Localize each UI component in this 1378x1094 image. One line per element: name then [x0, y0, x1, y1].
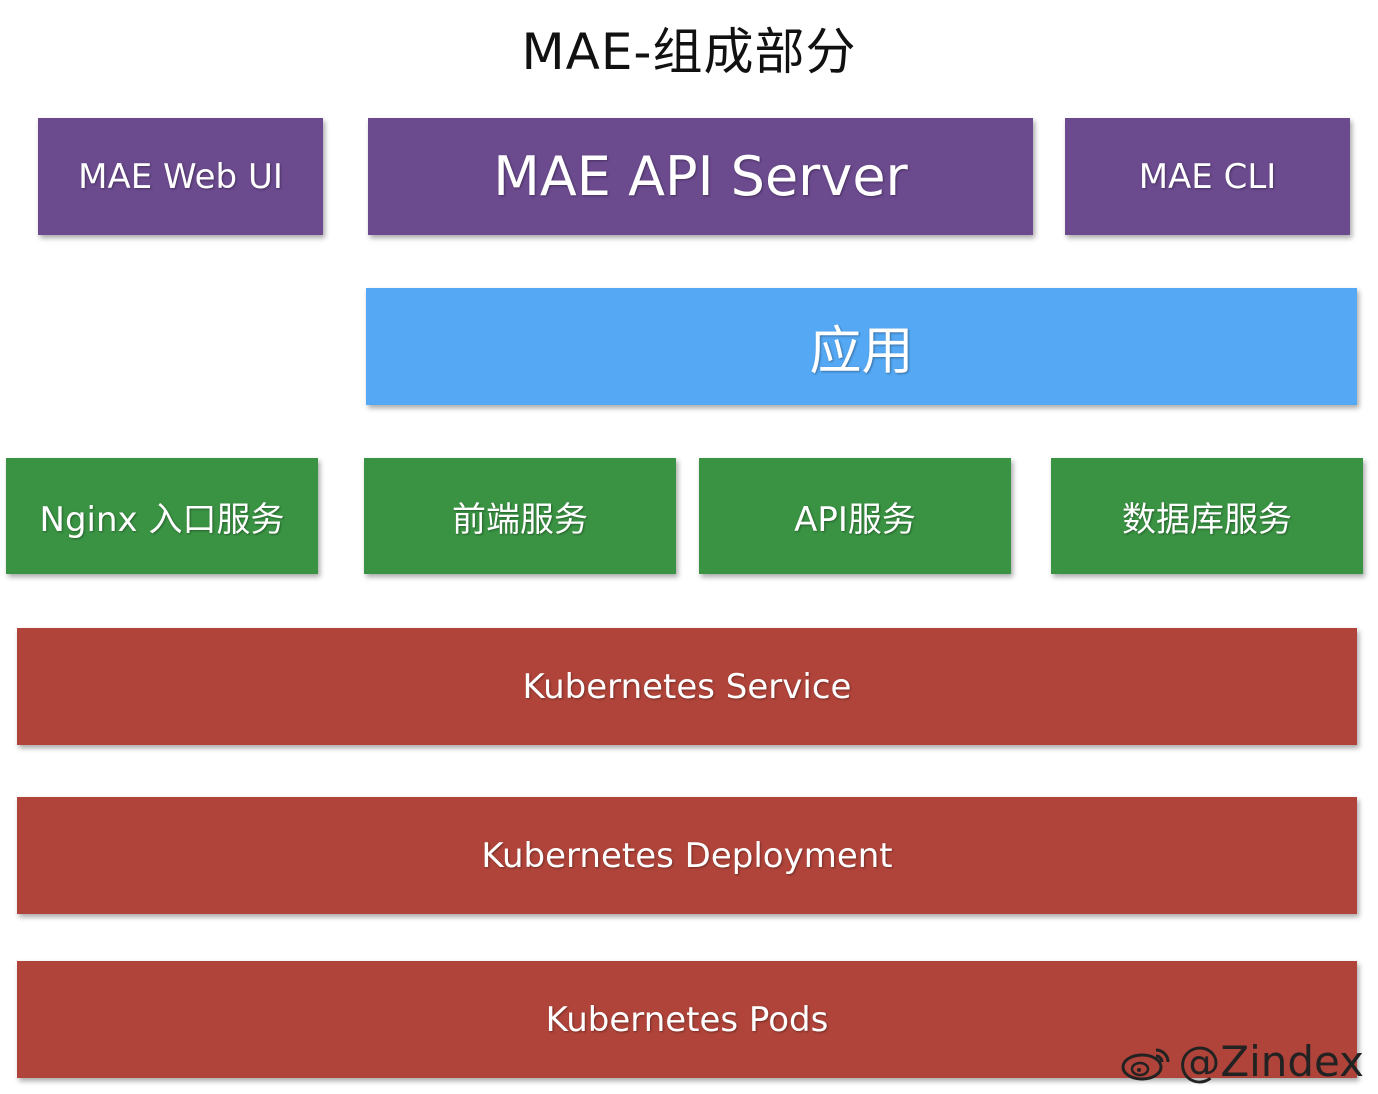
database-service-label: 数据库服务: [1122, 499, 1292, 540]
mae-cli-box: MAE CLI: [1065, 118, 1350, 235]
watermark: @Zindex: [1120, 1037, 1364, 1086]
frontend-service-label: 前端服务: [452, 499, 588, 540]
nginx-service-label: Nginx 入口服务: [39, 499, 285, 540]
mae-cli-label: MAE CLI: [1138, 156, 1277, 197]
database-service-box: 数据库服务: [1051, 458, 1363, 574]
mae-api-server-label: MAE API Server: [493, 145, 908, 208]
app-label: 应用: [809, 322, 914, 382]
mae-web-ui-label: MAE Web UI: [78, 156, 283, 197]
watermark-text: @Zindex: [1178, 1037, 1364, 1086]
mae-api-server-box: MAE API Server: [368, 118, 1033, 235]
api-service-box: API服务: [699, 458, 1011, 574]
kubernetes-deployment-label: Kubernetes Deployment: [481, 835, 893, 876]
kubernetes-deployment-box: Kubernetes Deployment: [17, 797, 1357, 914]
mae-web-ui-box: MAE Web UI: [38, 118, 323, 235]
kubernetes-pods-label: Kubernetes Pods: [545, 999, 829, 1040]
weibo-icon: [1121, 1048, 1170, 1080]
kubernetes-service-label: Kubernetes Service: [522, 666, 852, 707]
frontend-service-box: 前端服务: [364, 458, 676, 574]
api-service-label: API服务: [794, 499, 916, 540]
app-box: 应用: [366, 288, 1357, 405]
kubernetes-service-box: Kubernetes Service: [17, 628, 1357, 745]
nginx-service-box: Nginx 入口服务: [6, 458, 318, 574]
diagram-title: MAE-组成部分: [521, 23, 857, 81]
